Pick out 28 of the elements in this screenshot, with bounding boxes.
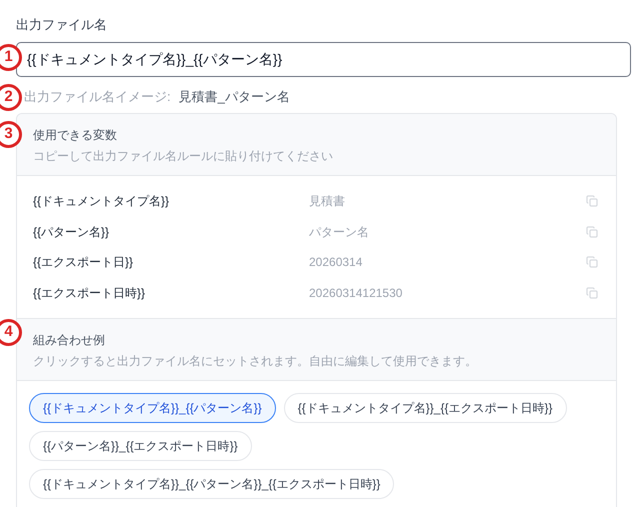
example-chip[interactable]: {{ドキュメントタイプ名}}_{{エクスポート日時}} [284,393,566,423]
variable-example: 20260314 [309,254,364,272]
section-hint: コピーして出力ファイル名ルールに貼り付けてください [33,148,334,165]
step-marker: 1 [0,44,22,71]
preview-value: 見積書_パターン名 [178,88,290,106]
variable-example: 20260314121530 [309,284,404,302]
copy-icon[interactable] [586,195,598,208]
step-marker: 3 [0,121,22,148]
example-chip[interactable]: {{ドキュメントタイプ名}}_{{パターン名}} [29,393,276,423]
variable-example: 見積書 [309,193,346,210]
variable-name: {{エクスポート日時}} [33,284,146,302]
copy-icon[interactable] [586,226,598,238]
step-marker: 2 [0,84,22,111]
section-title: 組み合わせ例 [33,332,106,349]
field-label: 出力ファイル名 [16,16,108,34]
preview-label: 出力ファイル名イメージ: [24,88,171,106]
variable-name: {{パターン名}} [33,224,110,241]
copy-icon[interactable] [586,256,598,268]
variable-example: パターン名 [309,224,370,241]
variable-name: {{エクスポート日}} [33,254,134,272]
example-chip[interactable]: {{パターン名}}_{{エクスポート日時}} [29,431,252,461]
example-chip[interactable]: {{ドキュメントタイプ名}}_{{パターン名}}_{{エクスポート日時}} [29,469,394,499]
copy-icon[interactable] [586,286,598,299]
section-title: 使用できる変数 [33,127,118,144]
file-name-field[interactable]: {{ドキュメントタイプ名}}_{{パターン名}} [16,42,631,77]
variable-name: {{ドキュメントタイプ名}} [33,193,170,210]
step-marker: 4 [0,319,22,346]
section-hint: クリックすると出力ファイル名にセットされます。自由に編集して使用できます。 [33,353,478,370]
